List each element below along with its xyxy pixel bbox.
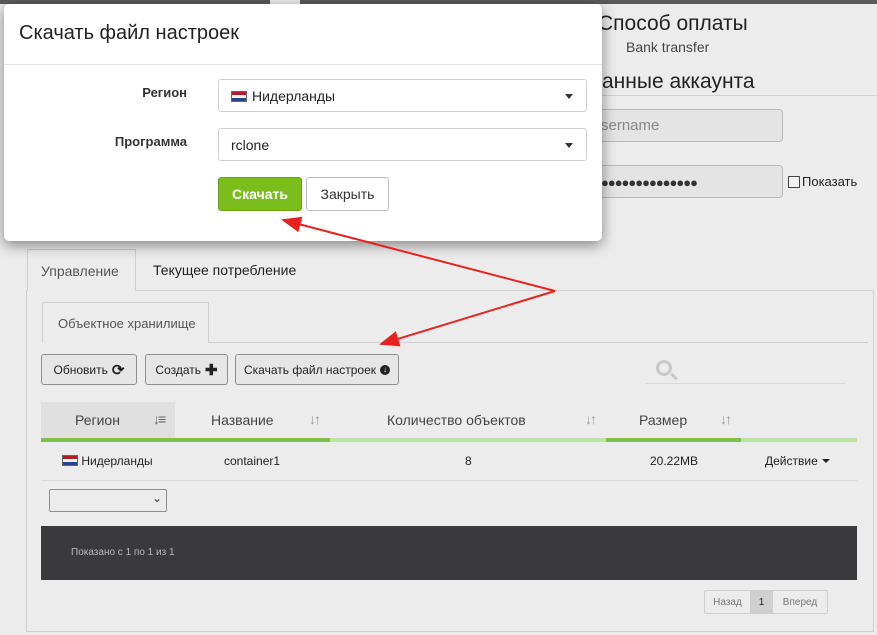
divider	[208, 342, 868, 343]
column-header-objects[interactable]: Количество объектов ↓↑	[330, 402, 606, 442]
plus-icon: ✚	[205, 361, 218, 379]
tab-manage[interactable]: Управление	[27, 249, 136, 291]
page-size-select[interactable]: ⌄	[49, 489, 167, 512]
refresh-icon: ⟳	[111, 361, 125, 379]
download-button[interactable]: Скачать	[218, 177, 302, 211]
chevron-down-icon: ⌄	[151, 491, 162, 505]
netherlands-flag-icon	[231, 91, 247, 102]
account-data-title: анные аккаунта	[602, 70, 755, 93]
username-field[interactable]: sername	[590, 109, 783, 142]
show-password-toggle[interactable]: Показать	[788, 174, 857, 189]
sort-desc-icon: ↓≡	[153, 411, 166, 427]
table-info-text: Показано с 1 по 1 из 1	[71, 547, 175, 558]
tab-usage[interactable]: Текущее потребление	[140, 249, 309, 291]
pager-next-button[interactable]: Вперед	[773, 591, 827, 613]
download-config-button[interactable]: Скачать файл настроек ↓	[235, 354, 399, 385]
pager-prev-button[interactable]: Назад	[705, 591, 750, 613]
caret-down-icon	[565, 94, 573, 99]
search-icon	[656, 360, 672, 376]
tab-object-storage[interactable]: Объектное хранилище	[42, 302, 209, 343]
create-button[interactable]: Создать ✚	[145, 354, 228, 385]
pagination: Назад 1 Вперед	[704, 590, 828, 614]
download-config-label: Скачать файл настроек	[244, 362, 376, 377]
table-info-bar: Показано с 1 по 1 из 1	[41, 526, 857, 580]
show-password-label: Показать	[802, 174, 858, 189]
cell-objects: 8	[465, 454, 472, 468]
payment-method-value: Bank transfer	[626, 39, 710, 55]
pager-page-1[interactable]: 1	[750, 591, 773, 613]
column-header-name[interactable]: Название ↓↑	[175, 402, 330, 442]
show-password-checkbox[interactable]	[788, 175, 800, 188]
modal-title: Скачать файл настроек	[4, 4, 602, 65]
column-header-size[interactable]: Размер ↓↑	[606, 402, 741, 442]
sort-icon: ↓↑	[720, 411, 732, 427]
sort-icon: ↓↑	[585, 411, 597, 427]
caret-down-icon	[821, 459, 830, 463]
region-select[interactable]: Нидерланды	[218, 79, 587, 112]
password-field[interactable]: ●●●●●●●●●●●●●●	[590, 165, 783, 198]
cell-name: container1	[224, 454, 281, 468]
program-label: Программа	[114, 134, 187, 149]
action-dropdown[interactable]: Действие	[765, 454, 830, 468]
caret-down-icon	[565, 143, 573, 148]
column-header-action	[741, 402, 857, 442]
refresh-button[interactable]: Обновить ⟳	[41, 354, 137, 385]
cell-region: Нидерланды	[62, 454, 153, 468]
sort-icon: ↓↑	[309, 411, 321, 427]
table-row: Нидерланды container1 8 20.22MB Действие	[41, 442, 857, 481]
refresh-label: Обновить	[53, 362, 108, 377]
create-label: Создать	[155, 362, 202, 377]
download-icon: ↓	[380, 364, 390, 375]
cell-size: 20.22MB	[650, 454, 699, 468]
netherlands-flag-icon	[62, 455, 78, 466]
close-button[interactable]: Закрыть	[306, 177, 389, 211]
column-header-region[interactable]: Регион ↓≡	[41, 402, 175, 442]
divider	[602, 95, 877, 96]
payment-method-title: Способ оплаты	[598, 12, 748, 35]
download-config-modal: Скачать файл настроек Регион Нидерланды …	[4, 4, 602, 241]
program-select[interactable]: rclone	[218, 128, 587, 161]
region-label: Регион	[142, 85, 187, 100]
